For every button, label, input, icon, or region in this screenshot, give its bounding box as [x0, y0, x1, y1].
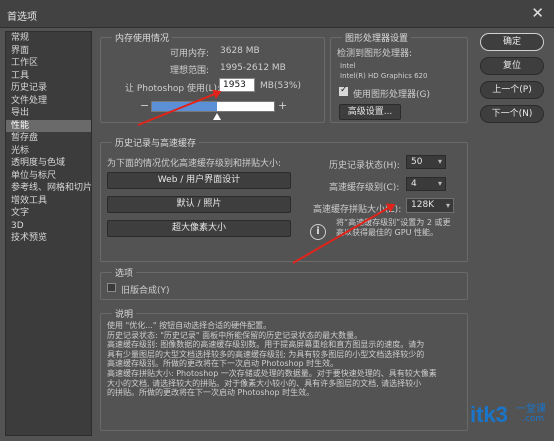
description-line: 高速缓存拼贴大小: Photoshop 一次存储或处理的数据量。对于要快速处理的… — [107, 368, 437, 378]
description-line: 的拼贴。所做的更改将在下一次启动 Photoshop 时生效。 — [107, 388, 315, 398]
available-memory-label: 可用内存: — [170, 49, 210, 59]
cache-tile-size-value: 128K — [411, 200, 435, 210]
ok-button[interactable]: 确定 — [480, 33, 544, 51]
cache-levels-label: 高速缓存级别(C): — [329, 183, 400, 193]
category-sidebar: 常规 界面 工作区 工具 历史记录 文件处理 导出 性能 暂存盘 光标 透明度与色域 单位与标尺 参考线… — [5, 31, 92, 436]
info-icon: i — [310, 224, 326, 240]
memory-slider-thumb[interactable] — [213, 113, 221, 120]
legacy-compositing-label: 旧版合成(Y) — [121, 286, 170, 296]
legacy-compositing-checkbox[interactable] — [107, 283, 116, 292]
description-line: 使用 "优化..." 按钮自动选择合适的硬件配置。 — [107, 321, 272, 330]
next-button[interactable]: 下一个(N) — [480, 105, 544, 123]
preset-web-ui-button[interactable]: Web / 用户界面设计 — [107, 172, 291, 189]
title-bar: 首选项 ✕ — [0, 0, 554, 28]
use-gpu-label: 使用图形处理器(G) — [353, 90, 430, 100]
slider-plus-label: + — [278, 99, 288, 112]
sidebar-item[interactable]: 3D — [6, 220, 91, 233]
chevron-down-icon: ▾ — [445, 201, 450, 210]
description-line: 高速缓存级别。所做的更改将在下一次启动 Photoshop 时生效。 — [107, 359, 339, 369]
cache-levels-value: 4 — [411, 179, 417, 189]
sidebar-item[interactable]: 技术预览 — [6, 232, 91, 245]
photoshop-use-label: 让 Photoshop 使用(L): — [125, 84, 221, 94]
reset-button[interactable]: 复位 — [480, 57, 544, 75]
gpu-settings-legend: 图形处理器设置 — [342, 31, 412, 44]
sidebar-item[interactable]: 常规 — [6, 32, 91, 45]
ideal-range-value: 1995-2612 MB — [220, 63, 286, 73]
description-text: 使用 "优化..." 按钮自动选择合适的硬件配置。 历史记录状态: "历史记录" … — [107, 321, 465, 398]
sidebar-item[interactable]: 光标 — [6, 145, 91, 158]
options-legend: 选项 — [112, 266, 137, 279]
preset-huge-pixel-button[interactable]: 超大像素大小 — [107, 220, 291, 237]
gpu-model: Intel(R) HD Graphics 620 — [340, 72, 428, 80]
watermark-text: itk3 — [470, 402, 508, 427]
memory-use-input[interactable]: 1953 — [219, 78, 255, 92]
sidebar-item[interactable]: 增效工具 — [6, 195, 91, 208]
optimize-label: 为下面的情况优化高速缓存级别和拼贴大小: — [107, 159, 282, 169]
preset-default-photo-button[interactable]: 默认 / 照片 — [107, 196, 291, 213]
close-icon[interactable]: ✕ — [531, 4, 544, 22]
sidebar-item[interactable]: 单位与标尺 — [6, 170, 91, 183]
description-legend: 说明 — [112, 307, 137, 320]
advanced-settings-button[interactable]: 高级设置... — [339, 104, 401, 120]
ideal-range-label: 理想范围: — [170, 66, 210, 76]
history-cache-legend: 历史记录与高速缓存 — [112, 136, 200, 149]
memory-use-unit: MB(53%) — [260, 81, 301, 91]
window-title: 首选项 — [7, 12, 37, 23]
cache-tile-size-select[interactable]: 128K ▾ — [406, 198, 454, 213]
gpu-vendor: Intel — [340, 62, 356, 70]
history-states-label: 历史记录状态(H): — [329, 161, 400, 171]
sidebar-item[interactable]: 文件处理 — [6, 95, 91, 108]
sidebar-item[interactable]: 参考线、网格和切片 — [6, 182, 92, 195]
sidebar-item[interactable]: 导出 — [6, 107, 91, 120]
sidebar-item[interactable]: 工作区 — [6, 57, 91, 70]
sidebar-item[interactable]: 性能 — [6, 119, 91, 132]
use-gpu-checkbox[interactable] — [339, 85, 348, 96]
description-line: 高速缓存级别: 图像数据的高速缓存级别数。用于提高屏幕重绘和直方图显示的速度。请… — [107, 340, 425, 350]
history-states-select[interactable]: 50 ▾ — [406, 155, 446, 169]
sidebar-item[interactable]: 界面 — [6, 45, 91, 58]
sidebar-item[interactable]: 暂存盘 — [6, 132, 91, 145]
available-memory-value: 3628 MB — [220, 46, 260, 56]
sidebar-item[interactable]: 透明度与色域 — [6, 157, 91, 170]
description-line: 大小的文档, 请选择较大的拼贴。对于像素大小较小的、具有许多图层的文档, 请选择… — [107, 378, 422, 388]
previous-button[interactable]: 上一个(P) — [480, 81, 544, 99]
watermark-cn: 一堂课 — [516, 404, 546, 415]
description-line: 具有少量图层的大型文档选择较多的高速缓存级别; 为具有较多图层的小型文档选择较少… — [107, 349, 425, 359]
sidebar-item[interactable]: 文字 — [6, 207, 91, 220]
gpu-detected-label: 检测到图形处理器: — [337, 49, 413, 59]
sidebar-item[interactable]: 工具 — [6, 70, 91, 83]
slider-minus-label: − — [140, 99, 150, 112]
description-line: 历史记录状态: "历史记录" 面板中所能保留的历史记录状态的最大数量。 — [107, 330, 363, 340]
history-states-value: 50 — [411, 157, 423, 167]
chevron-down-icon: ▾ — [437, 157, 442, 166]
watermark-suffix: .com — [522, 414, 545, 424]
sidebar-item[interactable]: 历史记录 — [6, 82, 91, 95]
watermark-logo: itk3 一堂课 .com — [470, 400, 554, 434]
cache-levels-select[interactable]: 4 ▾ — [406, 177, 446, 191]
memory-usage-legend: 内存使用情况 — [112, 31, 173, 44]
chevron-down-icon: ▾ — [437, 179, 442, 188]
